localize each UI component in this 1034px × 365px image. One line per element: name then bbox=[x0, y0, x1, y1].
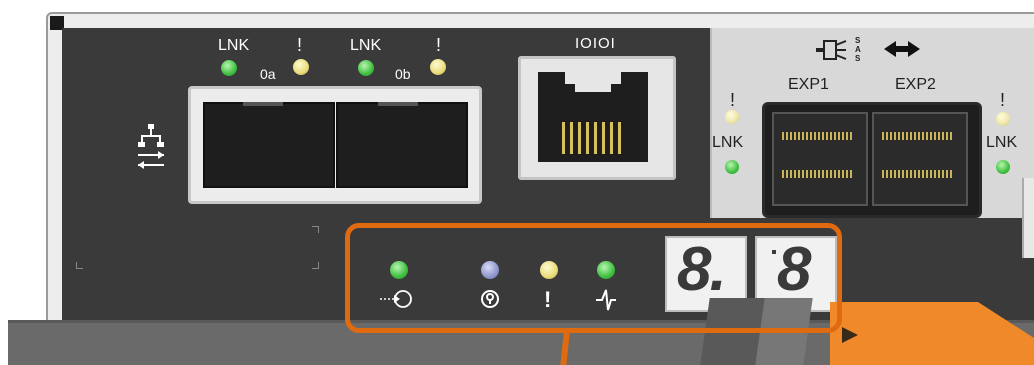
port-0a-fault-label: ! bbox=[297, 35, 303, 55]
serial-port-notch-inner bbox=[575, 84, 611, 92]
sas-exp1-lower-contacts bbox=[782, 170, 854, 178]
sfp-port-0b[interactable] bbox=[336, 102, 468, 188]
serial-port-pins bbox=[562, 122, 621, 154]
sas-right-link-led bbox=[996, 160, 1010, 174]
port-0b-fault-led bbox=[430, 59, 446, 75]
corner-mark bbox=[312, 226, 319, 233]
sas-connector-icon bbox=[816, 40, 847, 60]
corner-mark bbox=[312, 262, 319, 269]
port-0b-lnk-label: LNK bbox=[350, 37, 382, 54]
port-0a-fault-led bbox=[293, 59, 309, 75]
sas-left-link-led bbox=[725, 160, 739, 174]
port-0b-link-led bbox=[358, 60, 374, 76]
sas-left-lnk-label: LNK bbox=[712, 134, 744, 151]
corner-mark bbox=[76, 262, 83, 269]
port-0b-label: 0b bbox=[395, 66, 411, 82]
network-icon bbox=[138, 124, 164, 169]
led-highlight-box bbox=[345, 223, 842, 333]
sfp-port-0a[interactable] bbox=[203, 102, 335, 188]
serial-port-label: IOIOI bbox=[575, 35, 616, 52]
sas-exp2-lower-contacts bbox=[882, 170, 954, 178]
arrow-notch bbox=[842, 327, 858, 343]
sas-right-fault-led bbox=[996, 112, 1010, 126]
sfp-latch-0a bbox=[243, 102, 283, 106]
port-0a-lnk-label: LNK bbox=[218, 37, 250, 54]
serial-port-notch bbox=[565, 72, 621, 84]
sfp-latch-0b bbox=[378, 102, 418, 106]
port-0a-link-led bbox=[221, 60, 237, 76]
bidirectional-arrow-icon bbox=[884, 41, 920, 57]
exp2-label: EXP2 bbox=[895, 76, 936, 93]
port-0b-fault-label: ! bbox=[436, 35, 442, 55]
sas-port-exp2[interactable] bbox=[872, 112, 968, 206]
sas-left-fault-label: ! bbox=[730, 90, 736, 110]
exp1-label: EXP1 bbox=[788, 76, 829, 93]
sas-icon-text: SAS bbox=[855, 36, 861, 63]
sas-right-lnk-label: LNK bbox=[986, 134, 1018, 151]
sas-exp1-upper-contacts bbox=[782, 132, 854, 140]
right-edge-bracket bbox=[1022, 178, 1034, 258]
sas-left-fault-led bbox=[725, 110, 739, 124]
port-0a-label: 0a bbox=[260, 66, 276, 82]
sas-exp2-upper-contacts bbox=[882, 132, 954, 140]
sas-port-exp1[interactable] bbox=[772, 112, 868, 206]
sas-right-fault-label: ! bbox=[1000, 90, 1006, 110]
